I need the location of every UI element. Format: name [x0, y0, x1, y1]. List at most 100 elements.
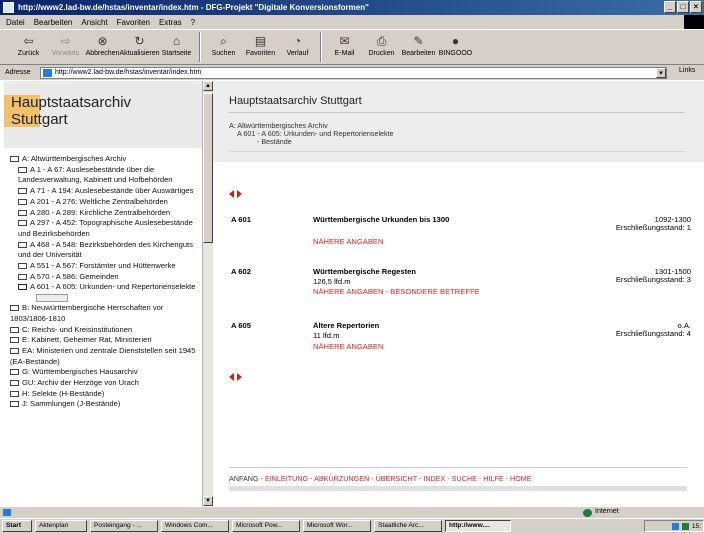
links-button[interactable]: Links: [679, 67, 695, 74]
footer-nav: ANFANG - EINLEITUNG - ABKÜRZUNGEN - ÜBER…: [229, 467, 687, 491]
scroll-down-icon[interactable]: ▼: [203, 496, 213, 506]
window-titlebar[interactable]: http://www2.lad-bw.de/hstas/inventar/ind…: [0, 0, 704, 15]
edit-button[interactable]: ✎ Bearbeiten: [400, 32, 437, 64]
tree-item[interactable]: A 71 - A 194: Auslesebestände über Auswä…: [10, 186, 200, 197]
maximize-button[interactable]: □: [677, 1, 689, 13]
footer-links[interactable]: EINLEITUNG - ABKÜRZUNGEN - ÜBERSICHT - I…: [265, 474, 532, 483]
divider: [229, 467, 687, 468]
tree-item[interactable]: A: Altwürttembergisches Archiv: [10, 154, 200, 165]
close-button[interactable]: ×: [690, 1, 702, 13]
tree-item-label: A 468 - A 548: Bezirksbehörden des Kirch…: [18, 239, 193, 260]
search-button[interactable]: ⌕ Suchen: [205, 32, 242, 64]
taskbar-item[interactable]: Microsoft Pow...: [232, 520, 300, 532]
back-button[interactable]: ⇦ Zurück: [10, 32, 47, 64]
mail-label: E-Mail: [334, 50, 355, 57]
menu-datei[interactable]: Datei: [6, 18, 25, 29]
menu-favoriten[interactable]: Favoriten: [117, 18, 150, 29]
forward-button[interactable]: ⇨ Vorwärts: [47, 32, 84, 64]
folder-icon: [18, 166, 27, 173]
scroll-up-icon[interactable]: ▲: [203, 81, 213, 91]
address-url: http://www2.lad-bw.de/hstas/inventar/ind…: [55, 69, 202, 76]
taskbar-item[interactable]: Microsoft Wor...: [303, 520, 371, 532]
tree-item[interactable]: A 297 - A 452: Topographische Auslesebes…: [10, 218, 200, 239]
taskbar-item[interactable]: Posteingang - ...: [90, 520, 158, 532]
footer-bar: [229, 486, 687, 491]
record-extent: 11 lfd.m: [313, 331, 340, 340]
tree-item[interactable]: H: Selekte (H-Bestände): [10, 389, 200, 400]
record-details-link[interactable]: NÄHERE ANGABEN: [313, 342, 383, 351]
favorites-button[interactable]: ▤ Favoriten: [242, 32, 279, 64]
refresh-button[interactable]: ↻ Aktualisieren: [119, 32, 159, 64]
record-details-link[interactable]: NÄHERE ANGABEN: [313, 237, 383, 246]
footer-anfang-link[interactable]: ANFANG: [229, 474, 259, 483]
tray-icon[interactable]: [671, 522, 679, 530]
previous-arrow-icon[interactable]: [229, 190, 234, 198]
record-signature: A 602: [231, 267, 251, 276]
start-button[interactable]: Start: [2, 520, 32, 532]
bingooo-button[interactable]: ● BINGOOO: [437, 32, 474, 64]
tree-item[interactable]: GU: Archiv der Herzöge von Urach: [10, 378, 200, 389]
taskbar-item-active[interactable]: http://www....: [445, 520, 511, 532]
tree-item[interactable]: A 280 - A 289: Kirchliche Zentralbehörde…: [10, 208, 200, 219]
menu-bar: Datei Bearbeiten Ansicht Favoriten Extra…: [0, 15, 704, 29]
tree-item-label: A 71 - A 194: Auslesebestände über Auswä…: [30, 186, 194, 196]
tree-item-label: A 280 - A 289: Kirchliche Zentralbehörde…: [30, 207, 171, 217]
taskbar-item[interactable]: Aktenplan: [35, 520, 87, 532]
next-arrow-icon[interactable]: [237, 373, 242, 381]
tree-item-label: A 551 - A 567: Forstämter und Hüttenwerk…: [30, 261, 176, 271]
folder-icon: [18, 209, 27, 216]
menu-ansicht[interactable]: Ansicht: [81, 18, 107, 29]
tree-item[interactable]: J: Sammlungen (J-Bestände): [10, 399, 200, 410]
tree-item[interactable]: A 551 - A 567: Forstämter und Hüttenwerk…: [10, 261, 200, 272]
tree-item[interactable]: G: Württembergisches Hausarchiv: [10, 367, 200, 378]
menu-help[interactable]: ?: [191, 18, 195, 29]
history-button[interactable]: ◔ Verlauf: [279, 32, 316, 64]
record-title: Württembergische Urkunden bis 1300: [313, 215, 450, 224]
record-state: Erschließungsstand: 4: [615, 329, 691, 338]
address-dropdown-icon[interactable]: ▾: [656, 68, 666, 78]
tree-item[interactable]: E: Kabinett, Geheimer Rat, Ministerien: [10, 335, 200, 346]
tree-item-selected[interactable]: A 601 - A 605: Urkunden- und Repertorien…: [10, 282, 200, 293]
record-details-link[interactable]: NÄHERE ANGABEN - BESONDERE BETREFFE: [313, 287, 480, 296]
tree-item[interactable]: A 468 - A 548: Bezirksbehörden des Kirch…: [10, 240, 200, 261]
tree-item-label: A 570 - A 586: Gemeinden: [30, 271, 119, 281]
tree-item[interactable]: A 201 - A 276: Weltliche Zentralbehörden: [10, 197, 200, 208]
banner-line-1: Hauptstaatsarchiv: [11, 94, 132, 111]
tree-slider[interactable]: [36, 294, 68, 303]
favorites-icon: ▤: [254, 34, 267, 48]
tree-item[interactable]: C: Reichs- und Kreisinstitutionen: [10, 325, 200, 336]
divider: [229, 151, 685, 152]
left-scrollbar[interactable]: ▲ ▼: [203, 81, 213, 506]
tree-item[interactable]: A 1 - A 67: Auslesebestände über die Lan…: [10, 165, 200, 186]
tree-item[interactable]: EA: Ministerien und zentrale Dienststell…: [10, 346, 200, 367]
print-button[interactable]: ⎙ Drucken: [363, 32, 400, 64]
forward-label: Vorwärts: [51, 50, 80, 57]
toolbar: ⇦ Zurück ⇨ Vorwärts ⊗ Abbrechen ↻ Aktual…: [0, 29, 704, 65]
history-icon: ◔: [293, 34, 302, 48]
mail-button[interactable]: ✉ E-Mail: [326, 32, 363, 64]
next-arrow-icon[interactable]: [237, 190, 242, 198]
home-button[interactable]: ⌂ Startseite: [158, 32, 195, 64]
address-input[interactable]: http://www2.lad-bw.de/hstas/inventar/ind…: [40, 67, 667, 79]
tree-item-label: GU: Archiv der Herzöge von Urach: [22, 378, 139, 388]
stop-button[interactable]: ⊗ Abbrechen: [84, 32, 121, 64]
minimize-button[interactable]: _: [664, 1, 676, 13]
page-title: Hauptstaatsarchiv Stuttgart: [229, 95, 362, 107]
previous-arrow-icon[interactable]: [229, 373, 234, 381]
menu-bearbeiten[interactable]: Bearbeiten: [34, 18, 73, 29]
pager-top: [229, 190, 242, 198]
home-icon: ⌂: [172, 34, 181, 48]
system-tray: 15:: [644, 520, 704, 532]
folder-icon: [18, 241, 27, 248]
tree-item[interactable]: B: Neuwürttembergische Herrschaften vor …: [10, 303, 200, 324]
tray-icon[interactable]: [681, 522, 689, 530]
tree-item-label: J: Sammlungen (J-Bestände): [22, 399, 121, 409]
taskbar-item[interactable]: Staatliche Arc...: [374, 520, 442, 532]
scroll-thumb[interactable]: [203, 93, 213, 243]
window-title: http://www2.lad-bw.de/hstas/inventar/ind…: [18, 3, 369, 12]
menu-extras[interactable]: Extras: [159, 18, 182, 29]
record-state: Erschließungsstand: 1: [615, 223, 691, 232]
tree-item[interactable]: A 570 - A 586: Gemeinden: [10, 272, 200, 283]
taskbar-item[interactable]: Windows Com...: [161, 520, 229, 532]
record-extent: 126,5 lfd.m: [313, 277, 351, 286]
